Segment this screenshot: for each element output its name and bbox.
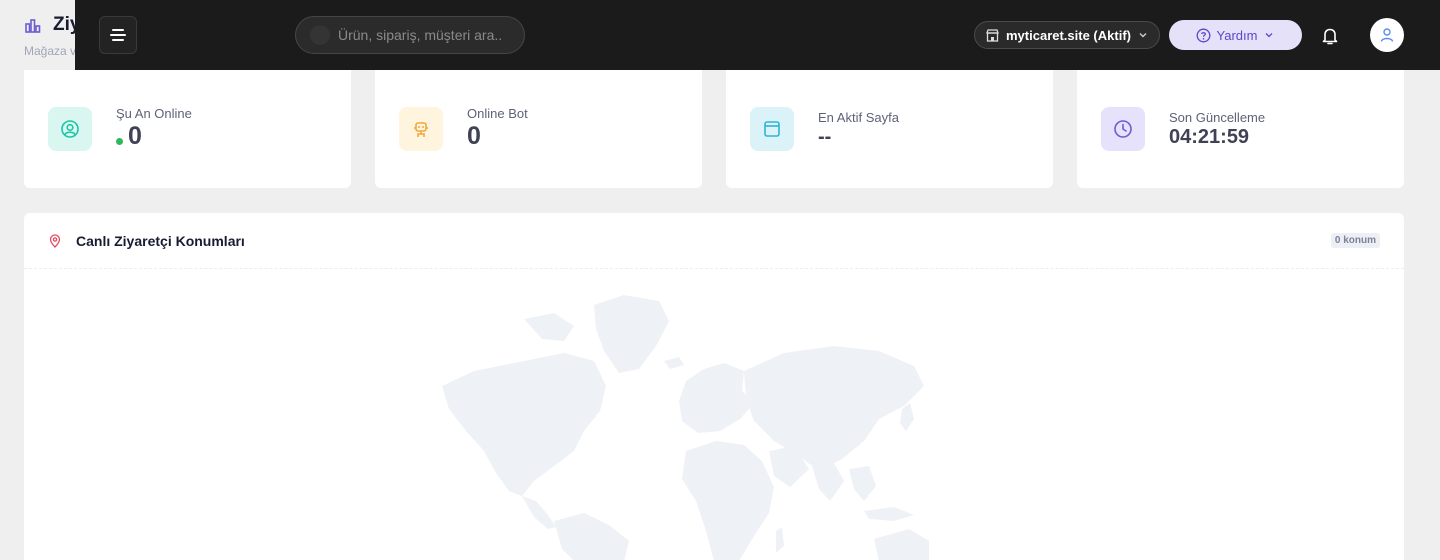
panel-header: Canlı Ziyaretçi Konumları 0 konum bbox=[24, 213, 1404, 269]
online-status-dot bbox=[116, 138, 123, 145]
stat-card-online: Şu An Online 0 bbox=[24, 70, 351, 188]
stat-value: 0 bbox=[467, 122, 481, 150]
map-region bbox=[812, 463, 844, 501]
user-icon bbox=[1380, 28, 1394, 42]
search-icon bbox=[310, 25, 330, 45]
clock-icon bbox=[1101, 107, 1145, 151]
stat-card-last-update: Son Güncelleme 04:21:59 bbox=[1077, 70, 1404, 188]
page-header: Ziy Mağaza v bbox=[24, 14, 80, 58]
stat-label: En Aktif Sayfa bbox=[818, 110, 899, 125]
page-subtitle: Mağaza v bbox=[24, 44, 77, 58]
map-region bbox=[522, 496, 556, 529]
live-visitor-map-panel: Canlı Ziyaretçi Konumları 0 konum bbox=[24, 213, 1404, 560]
stat-label: Online Bot bbox=[467, 106, 528, 121]
store-selector[interactable]: myticaret.site (Aktif) bbox=[974, 21, 1160, 49]
stat-card-bot: Online Bot 0 bbox=[375, 70, 702, 188]
map-region bbox=[524, 313, 574, 341]
panel-title: Canlı Ziyaretçi Konumları bbox=[76, 232, 245, 249]
user-avatar[interactable] bbox=[1370, 18, 1404, 52]
help-button[interactable]: Yardım bbox=[1169, 20, 1302, 50]
store-label: myticaret.site (Aktif) bbox=[1006, 27, 1131, 43]
stat-value: -- bbox=[818, 126, 832, 148]
question-circle-icon bbox=[1196, 28, 1210, 42]
stat-label: Son Güncelleme bbox=[1169, 110, 1266, 125]
map-region bbox=[594, 295, 669, 373]
store-icon bbox=[986, 28, 999, 42]
browser-window-icon bbox=[750, 107, 794, 151]
map-region bbox=[554, 513, 629, 560]
map-region bbox=[776, 527, 784, 553]
map-region bbox=[849, 466, 876, 501]
robot-icon bbox=[399, 107, 443, 151]
chevron-down-icon bbox=[1139, 33, 1147, 38]
stat-value: 04:21:59 bbox=[1169, 126, 1250, 148]
map-region bbox=[864, 507, 914, 521]
world-map[interactable] bbox=[424, 291, 944, 560]
search-input[interactable]: Ürün, sipariş, müşteri ara.. bbox=[295, 16, 525, 54]
stat-label: Şu An Online bbox=[116, 106, 192, 121]
map-pin-icon bbox=[49, 233, 61, 248]
stat-value: 0 bbox=[116, 122, 142, 151]
sidebar-toggle-button[interactable] bbox=[99, 16, 137, 54]
map-region bbox=[679, 363, 754, 433]
user-circle-icon bbox=[48, 107, 92, 151]
map-region bbox=[664, 357, 684, 369]
notification-bell-icon[interactable] bbox=[1319, 25, 1341, 47]
map-region bbox=[442, 353, 606, 496]
stat-card-active-page: En Aktif Sayfa -- bbox=[726, 70, 1053, 188]
search-placeholder: Ürün, sipariş, müşteri ara.. bbox=[338, 27, 503, 43]
menu-icon bbox=[110, 29, 126, 41]
chevron-down-icon bbox=[1266, 33, 1273, 38]
map-region bbox=[682, 441, 774, 560]
help-label: Yardım bbox=[1216, 27, 1258, 43]
bar-chart-icon bbox=[25, 18, 41, 33]
map-region bbox=[874, 529, 929, 560]
location-count-badge: 0 konum bbox=[1330, 233, 1380, 248]
map-region bbox=[900, 403, 914, 431]
topbar: Ürün, sipariş, müşteri ara.. myticaret.s… bbox=[75, 0, 1440, 70]
